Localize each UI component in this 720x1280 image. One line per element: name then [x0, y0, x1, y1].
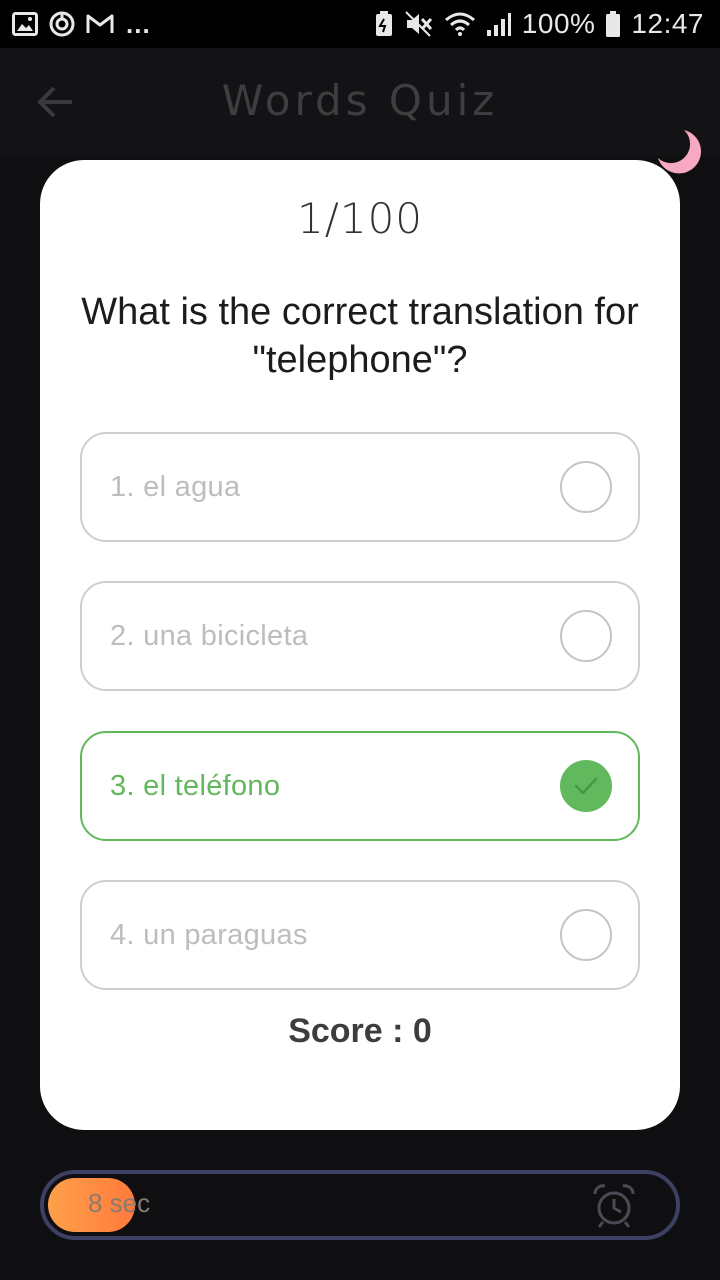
radio-icon: [560, 909, 612, 961]
app-bar: Words Quiz: [0, 48, 720, 174]
wifi-icon: [444, 11, 476, 37]
gmail-icon: [86, 13, 114, 35]
battery-percentage: 100%: [521, 8, 596, 39]
answer-option-1[interactable]: 1. el agua: [80, 432, 640, 542]
radio-icon: [560, 610, 612, 662]
timer-text: 8 sec: [88, 1188, 151, 1218]
sync-icon: [48, 10, 76, 38]
battery-icon: [605, 10, 621, 38]
alarm-clock-icon: [590, 1182, 638, 1230]
status-bar-left: ...: [12, 9, 151, 40]
question-progress: 1/100: [296, 194, 424, 243]
answer-option-label: 3. el teléfono: [110, 769, 281, 802]
answer-option-3[interactable]: 3. el teléfono: [80, 731, 640, 841]
score-label: Score : 0: [288, 1012, 432, 1050]
signal-icon: [486, 11, 512, 37]
timer-bar: 8 sec: [40, 1170, 680, 1240]
status-overflow: ...: [126, 8, 151, 39]
battery-saver-icon: [374, 10, 394, 38]
clock: 12:47: [631, 8, 704, 39]
quiz-card: 1/100 What is the correct translation fo…: [40, 160, 680, 1130]
image-icon: [12, 12, 38, 36]
radio-icon: [560, 461, 612, 513]
status-bar: ... 100% 12:47: [0, 0, 720, 48]
checkmark-icon: [560, 760, 612, 812]
answer-option-4[interactable]: 4. un paraguas: [80, 880, 640, 990]
status-bar-right: 100% 12:47: [374, 8, 704, 40]
app-title: Words Quiz: [221, 76, 499, 125]
mute-icon: [404, 10, 434, 38]
answer-option-label: 1. el agua: [110, 470, 241, 503]
question-text: What is the correct translation for "tel…: [81, 291, 639, 381]
answer-option-label: 2. una bicicleta: [110, 619, 309, 652]
answer-option-2[interactable]: 2. una bicicleta: [80, 581, 640, 691]
answer-option-label: 4. un paraguas: [110, 918, 308, 951]
